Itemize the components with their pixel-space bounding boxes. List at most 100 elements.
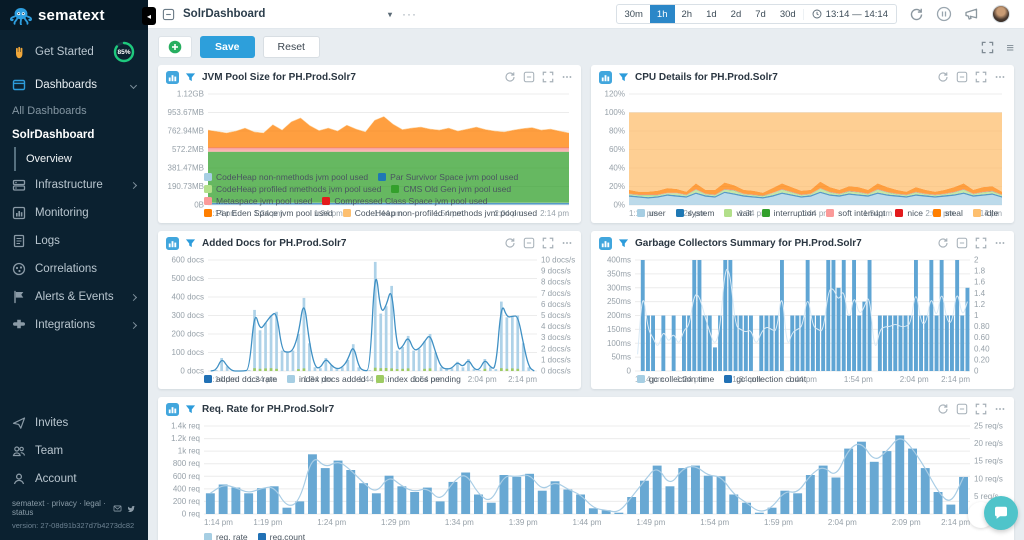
wave-hand-icon [12, 45, 26, 59]
panel-collapse-icon[interactable] [956, 403, 968, 415]
range-30d[interactable]: 30d [773, 5, 803, 23]
range-1h[interactable]: 1h [649, 5, 675, 23]
svg-text:1:24 pm: 1:24 pm [317, 518, 346, 527]
panel-collapse-icon[interactable] [523, 237, 535, 249]
filter-icon[interactable] [185, 404, 196, 415]
panel-expand-icon[interactable] [975, 237, 987, 249]
reset-button[interactable]: Reset [262, 36, 320, 58]
legend-item[interactable]: req. rate [204, 532, 248, 540]
menu-button[interactable]: ≡ [1006, 40, 1014, 55]
legend-item[interactable]: steal [932, 208, 963, 218]
legend-swatch [391, 185, 400, 193]
panel-refresh-icon[interactable] [937, 403, 949, 415]
legend-item[interactable]: idle [972, 208, 998, 218]
sidebar-item-get-started[interactable]: Get Started 85% [0, 30, 148, 71]
req-rate-chart[interactable]: 1.4k req 1.2k req 1k req 800 req 600 req 400 … [158, 421, 1014, 532]
filter-icon[interactable] [185, 72, 196, 83]
add-component-button[interactable] [158, 36, 192, 58]
time-window-picker[interactable]: 13:14 — 14:14 [802, 8, 896, 20]
gc-summary-chart[interactable]: 400ms 350ms 300ms 250ms 200ms 150ms 100ms 50ms 0… [591, 255, 1014, 385]
legend-item[interactable]: Par Survivor Space jvm pool used [378, 172, 518, 182]
legend-item[interactable]: index docs added [286, 374, 366, 384]
save-button[interactable]: Save [200, 36, 255, 58]
legend-item[interactable]: req.count [257, 532, 305, 540]
footer-links[interactable]: sematext · privacy · legal · status [12, 499, 108, 517]
sidebar-item-overview[interactable]: Overview [14, 147, 148, 171]
panel-collapse-icon[interactable] [956, 71, 968, 83]
panel-expand-icon[interactable] [975, 403, 987, 415]
chat-button[interactable] [984, 496, 1018, 530]
sidebar-item-alerts-events[interactable]: Alerts & Events [0, 283, 148, 311]
sidebar-item-dashboards[interactable]: Dashboards [0, 71, 148, 99]
legend-swatch [378, 173, 387, 181]
mail-icon[interactable] [113, 503, 122, 514]
panel-refresh-icon[interactable] [504, 71, 516, 83]
panel-expand-icon[interactable] [542, 237, 554, 249]
sidebar-item-logs[interactable]: Logs [0, 227, 148, 255]
sidebar-item-account[interactable]: Account [0, 465, 148, 493]
svg-text:20%: 20% [609, 182, 625, 191]
panel-refresh-icon[interactable] [937, 237, 949, 249]
svg-text:10 req/s: 10 req/s [974, 474, 1003, 483]
panel-expand-icon[interactable] [542, 71, 554, 83]
legend-item[interactable]: system [675, 208, 714, 218]
range-7d[interactable]: 7d [748, 5, 773, 23]
sidebar-item-team[interactable]: Team [0, 437, 148, 465]
range-1d[interactable]: 1d [699, 5, 724, 23]
sidebar-item-invites[interactable]: Invites [0, 409, 148, 437]
legend-swatch [675, 209, 684, 217]
sidebar-item-monitoring[interactable]: Monitoring [0, 199, 148, 227]
sidebar-item-correlations[interactable]: Correlations [0, 255, 148, 283]
sidebar-item-integrations[interactable]: Integrations [0, 311, 148, 339]
legend-item[interactable]: nice [895, 208, 923, 218]
dashboard-select[interactable]: SolrDashboard ▾ [162, 8, 392, 21]
legend-item[interactable]: CodeHeap non-profiled nmethods jvm pool … [342, 208, 537, 218]
cpu-details-chart[interactable]: 120%100%80%60%40%20%0%1:14 pm1:24 pm1:34… [591, 89, 1014, 219]
sidebar-item-infrastructure[interactable]: Infrastructure [0, 171, 148, 199]
sidebar-collapse-handle[interactable]: ◂ [142, 7, 156, 25]
legend-item[interactable]: CodeHeap profiled nmethods jvm pool used [204, 184, 381, 194]
pause-refresh-button[interactable] [936, 6, 952, 22]
panel-collapse-icon[interactable] [956, 237, 968, 249]
range-30m[interactable]: 30m [617, 5, 649, 23]
panel-collapse-icon[interactable] [523, 71, 535, 83]
panel-more-icon[interactable] [561, 71, 573, 83]
legend-item[interactable]: interruption [761, 208, 816, 218]
jvm-pool-size-chart[interactable]: 1.12GB 953.67MB 762.94MB 572.2MB 381.47MB 190… [158, 89, 581, 219]
legend-item[interactable]: CodeHeap non-nmethods jvm pool used [204, 172, 368, 182]
added-docs-chart[interactable]: 600 docs 500 docs 400 docs 300 docs 200 docs… [158, 255, 581, 385]
legend-item[interactable]: added docs rate [204, 374, 277, 384]
announcements-button[interactable] [964, 6, 980, 22]
panel-more-icon[interactable] [561, 237, 573, 249]
panel-more-icon[interactable] [994, 403, 1006, 415]
legend-item[interactable]: index docs pending [375, 374, 461, 384]
legend-item[interactable]: gc collection count [724, 374, 806, 384]
legend-item[interactable]: Metaspace jvm pool used [204, 196, 312, 206]
integrations-label: Integrations [35, 319, 96, 331]
legend-item[interactable]: gc collection time [637, 374, 714, 384]
legend-item[interactable]: user [637, 208, 666, 218]
legend-item[interactable]: Compressed Class Space jvm pool used [322, 196, 487, 206]
range-2d[interactable]: 2d [724, 5, 749, 23]
legend-item[interactable]: CMS Old Gen jvm pool used [391, 184, 511, 194]
sidebar-item-all-dashboards[interactable]: All Dashboards [0, 99, 148, 123]
range-2h[interactable]: 2h [675, 5, 700, 23]
panel-expand-icon[interactable] [975, 71, 987, 83]
legend-item[interactable]: soft interrupt [826, 208, 885, 218]
svg-text:2:04 pm: 2:04 pm [828, 518, 857, 527]
legend-item[interactable]: wait [724, 208, 752, 218]
filter-icon[interactable] [618, 72, 629, 83]
twitter-icon[interactable] [127, 503, 136, 514]
panel-more-icon[interactable] [994, 237, 1006, 249]
panel-refresh-icon[interactable] [937, 71, 949, 83]
legend-item[interactable]: Par Eden Space jvm pool used [204, 208, 333, 218]
panel-refresh-icon[interactable] [504, 237, 516, 249]
panel-more-icon[interactable] [994, 71, 1006, 83]
sidebar-item-solrdashboard[interactable]: SolrDashboard [0, 123, 148, 147]
refresh-button[interactable] [909, 7, 924, 22]
filter-icon[interactable] [185, 238, 196, 249]
user-avatar[interactable] [992, 5, 1010, 23]
fullscreen-button[interactable] [981, 41, 994, 54]
more-menu-button[interactable]: ··· [402, 7, 417, 21]
filter-icon[interactable] [618, 238, 629, 249]
